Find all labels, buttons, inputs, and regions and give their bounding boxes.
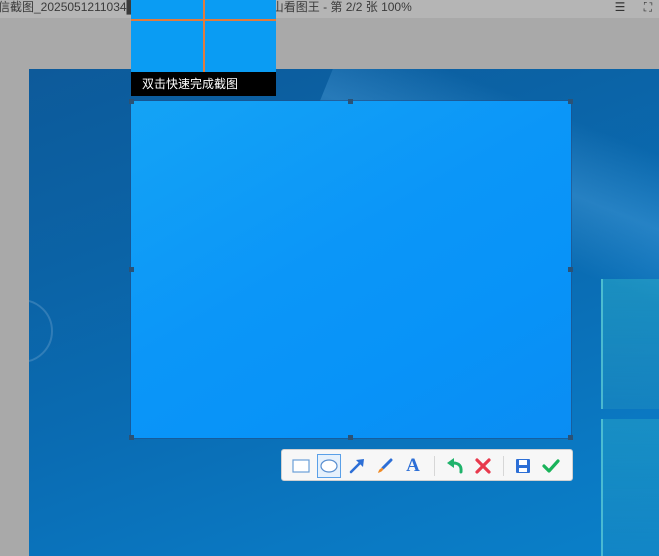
arrow-icon xyxy=(349,459,364,474)
capture-hint-label: 双击快速完成截图 xyxy=(131,72,276,96)
crosshair-horizontal xyxy=(131,19,276,21)
toolbar-separator xyxy=(434,456,435,476)
save-tool[interactable] xyxy=(511,454,535,478)
resize-handle-right[interactable] xyxy=(568,267,573,272)
resize-handle-bottom-right[interactable] xyxy=(568,435,573,440)
confirm-tool[interactable] xyxy=(539,454,563,478)
resize-handle-bottom-left[interactable] xyxy=(129,435,134,440)
text-tool[interactable]: A xyxy=(401,454,425,478)
checkmark-icon xyxy=(542,459,560,473)
ellipse-tool[interactable] xyxy=(317,454,341,478)
rectangle-icon xyxy=(292,459,310,473)
brush-icon xyxy=(378,458,393,473)
magnifier-preview xyxy=(131,0,276,72)
resize-handle-top[interactable] xyxy=(348,99,353,104)
resize-handle-bottom[interactable] xyxy=(348,435,353,440)
hamburger-menu-icon[interactable]: ☰ xyxy=(612,0,628,16)
brush-tool[interactable] xyxy=(373,454,397,478)
save-icon xyxy=(516,459,530,473)
cancel-tool[interactable] xyxy=(471,454,495,478)
resize-handle-top-right[interactable] xyxy=(568,99,573,104)
crosshair-vertical xyxy=(203,0,205,72)
wallpaper-arc xyxy=(29,299,53,363)
resize-handle-left[interactable] xyxy=(129,267,134,272)
undo-tool[interactable] xyxy=(443,454,467,478)
resize-handle-top-left[interactable] xyxy=(129,99,134,104)
arrow-tool[interactable] xyxy=(345,454,369,478)
annotation-toolbar: A xyxy=(281,449,573,481)
title-bar: 信截图_2025051211034█████████████B) - 蓝山看图王… xyxy=(0,0,659,18)
capture-selection[interactable] xyxy=(130,100,572,439)
undo-icon xyxy=(447,458,463,474)
text-icon: A xyxy=(406,455,420,476)
windows-logo-pane-bottom xyxy=(601,419,659,556)
toolbar-separator xyxy=(503,456,504,476)
rectangle-tool[interactable] xyxy=(289,454,313,478)
windows-logo-pane-top xyxy=(601,279,659,409)
close-icon xyxy=(475,458,491,474)
ellipse-icon xyxy=(320,459,338,473)
fullscreen-icon[interactable]: ⛶ xyxy=(640,0,656,16)
